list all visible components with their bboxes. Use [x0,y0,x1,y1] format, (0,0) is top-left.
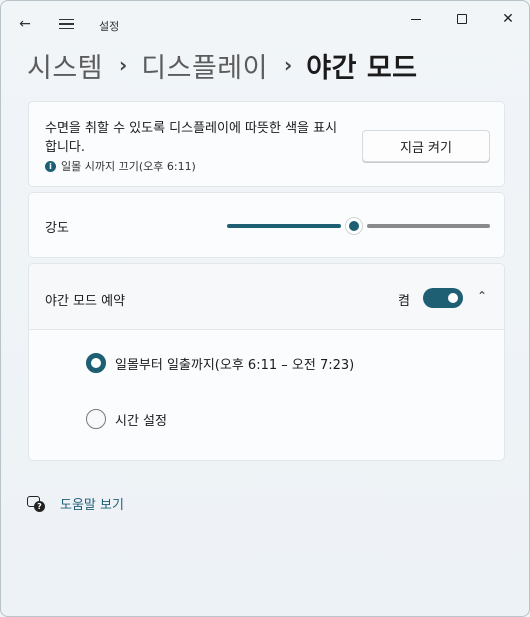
night-light-card: 수면을 취할 수 있도록 디스플레이에 따뜻한 색을 표시합니다. i 일몰 시… [28,101,505,187]
info-icon: i [45,160,56,172]
radio-unselected-icon[interactable] [86,409,106,429]
strength-slider[interactable] [227,217,490,235]
night-light-description: 수면을 취할 수 있도록 디스플레이에 따뜻한 색을 표시합니다. [45,121,338,155]
night-light-status: i 일몰 시까지 끄기(오후 6:11) [45,158,196,174]
strength-slider-fill [227,224,341,228]
breadcrumb-separator-icon: › [119,53,128,77]
get-help-link[interactable]: ? 도움말 보기 [27,494,124,513]
schedule-card: 야간 모드 예약 켬 ⌃ 일몰부터 일출까지(오후 6:11 – 오전 7:23… [28,263,505,461]
app-title: 설정 [99,20,120,33]
help-chat-icon: ? [27,495,45,513]
chevron-up-icon[interactable]: ⌃ [472,286,492,306]
breadcrumb-item-system[interactable]: 시스템 [27,46,103,85]
schedule-toggle[interactable] [423,288,463,308]
page-title: 야간 모드 [306,52,418,84]
radio-selected-icon[interactable] [86,353,106,373]
breadcrumb: 시스템 › 디스플레이 › 야간 모드 [27,45,418,85]
night-light-status-text: 일몰 시까지 끄기(오후 6:11) [61,160,196,173]
strength-card: 강도 [28,192,505,258]
settings-window: ← 설정 ✕ 시스템 › 디스플레이 › 야간 모드 수면을 취할 수 있도록 … [0,0,530,617]
radio-label: 시간 설정 [115,413,167,429]
schedule-toggle-state: 켬 [398,294,410,309]
maximize-icon[interactable] [439,1,485,37]
schedule-label: 야간 모드 예약 [45,294,126,309]
turn-on-now-button[interactable]: 지금 켜기 [362,130,490,162]
radio-set-hours[interactable]: 시간 설정 [86,409,167,429]
strength-label: 강도 [45,221,69,236]
close-icon[interactable]: ✕ [485,1,530,37]
radio-label: 일몰부터 일출까지(오후 6:11 – 오전 7:23) [115,357,355,373]
radio-sunset-to-sunrise[interactable]: 일몰부터 일출까지(오후 6:11 – 오전 7:23) [86,353,354,373]
minimize-icon[interactable] [393,1,439,37]
hamburger-menu-icon[interactable] [53,9,79,39]
title-bar: ← 설정 ✕ [1,1,529,45]
breadcrumb-item-display[interactable]: 디스플레이 [141,46,268,85]
get-help-label[interactable]: 도움말 보기 [60,494,124,513]
back-arrow-icon[interactable]: ← [11,9,39,39]
toggle-knob [448,293,458,303]
strength-slider-thumb[interactable] [345,217,363,235]
strength-slider-track [367,224,490,228]
breadcrumb-separator-icon: › [283,53,293,77]
schedule-header[interactable]: 야간 모드 예약 켬 ⌃ [29,264,504,330]
